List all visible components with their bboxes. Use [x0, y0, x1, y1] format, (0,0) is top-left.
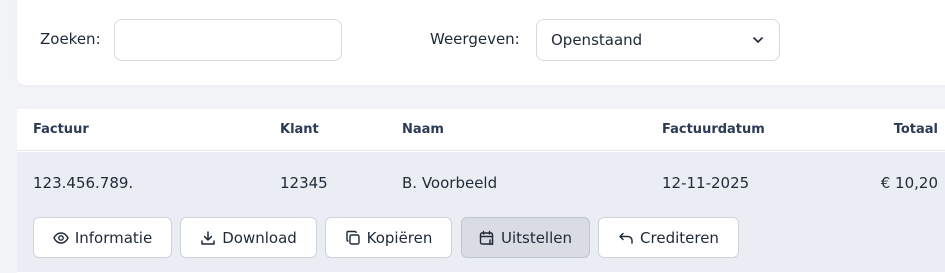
- cell-name: B. Voorbeeld: [402, 174, 498, 192]
- copy-button-label: Kopiëren: [366, 228, 433, 247]
- credit-button-label: Crediteren: [640, 228, 719, 247]
- undo-arrow-icon: [618, 230, 634, 246]
- download-icon: [200, 230, 216, 246]
- eye-icon: [53, 230, 69, 246]
- invoice-table: Factuur Klant Naam Factuurdatum Totaal 1…: [17, 109, 945, 273]
- cell-date: 12-11-2025: [662, 174, 750, 192]
- column-header-name[interactable]: Naam: [402, 122, 444, 137]
- cell-invoice: 123.456.789.: [33, 174, 134, 192]
- info-button-label: Informatie: [74, 228, 153, 247]
- calendar-pause-icon: [479, 230, 495, 246]
- column-header-total[interactable]: Totaal: [894, 122, 938, 137]
- download-button[interactable]: Download: [180, 217, 317, 258]
- copy-icon: [345, 230, 361, 246]
- postpone-button-label: Uitstellen: [500, 228, 573, 247]
- filter-panel: Zoeken: Weergeven: Openstaand: [17, 0, 945, 85]
- download-button-label: Download: [222, 228, 297, 247]
- search-label: Zoeken:: [40, 30, 101, 48]
- chevron-down-icon: [751, 33, 765, 47]
- view-select-value: Openstaand: [551, 31, 643, 49]
- credit-button[interactable]: Crediteren: [598, 217, 739, 258]
- cell-client: 12345: [280, 174, 328, 192]
- column-header-invoice[interactable]: Factuur: [33, 122, 89, 137]
- table-header: Factuur Klant Naam Factuurdatum Totaal: [17, 109, 945, 151]
- copy-button[interactable]: Kopiëren: [325, 217, 452, 258]
- info-button[interactable]: Informatie: [33, 217, 172, 258]
- column-header-client[interactable]: Klant: [280, 122, 319, 137]
- view-select[interactable]: Openstaand: [536, 19, 780, 61]
- cell-total: € 10,20: [880, 174, 938, 192]
- view-label: Weergeven:: [430, 30, 520, 48]
- search-input[interactable]: [114, 19, 342, 61]
- postpone-button[interactable]: Uitstellen: [461, 217, 590, 258]
- column-header-date[interactable]: Factuurdatum: [662, 122, 765, 137]
- table-row[interactable]: 123.456.789. 12345 B. Voorbeeld 12-11-20…: [17, 152, 945, 272]
